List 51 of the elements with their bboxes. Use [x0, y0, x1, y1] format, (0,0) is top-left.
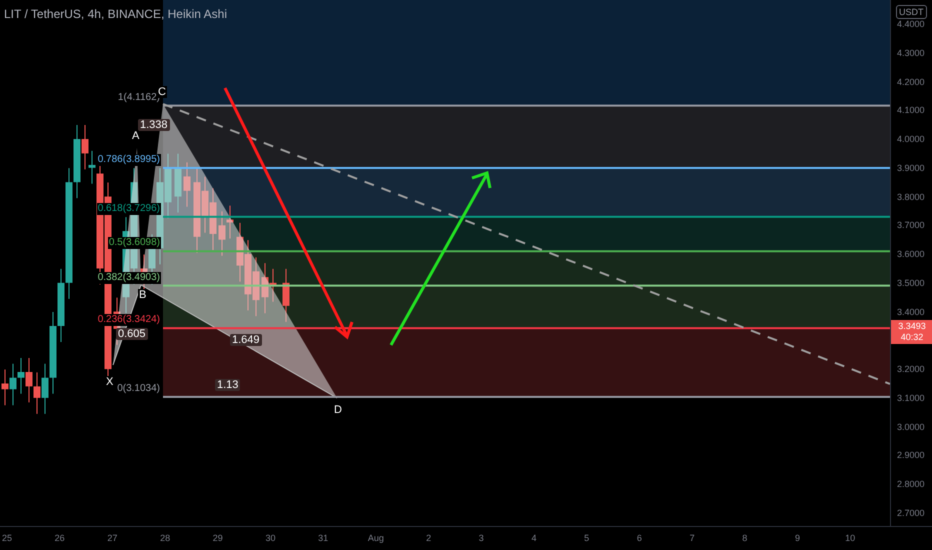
- price-tick-label: 3.2000: [897, 364, 925, 374]
- price-tick-label: 4.2000: [897, 76, 925, 87]
- time-tick-label: 31: [318, 533, 328, 543]
- candle: [184, 162, 190, 208]
- pattern-ratio-label: 1.338: [138, 119, 170, 131]
- fib-level-label: 0.786(3.8995): [96, 154, 161, 166]
- time-tick-label: 2: [426, 533, 432, 543]
- time-tick-label: 3: [478, 533, 484, 543]
- chart-title: LIT / TetherUS, 4h, BINANCE, Heikin Ashi: [4, 6, 227, 23]
- pattern-point-label: A: [131, 130, 140, 142]
- pattern-point-label: X: [105, 376, 114, 388]
- time-tick-label: 10: [845, 533, 856, 543]
- time-tick-label: 5: [584, 533, 590, 543]
- time-tick-label: 27: [107, 533, 118, 543]
- price-tick-label: 3.6000: [897, 249, 925, 260]
- price-tick-label: 4.4000: [897, 19, 925, 29]
- time-tick-label: Aug: [368, 533, 384, 543]
- time-tick-label: 25: [2, 533, 12, 543]
- fib-level-label: 0.5(3.6098): [108, 237, 161, 250]
- price-tick-label: 3.0000: [897, 422, 925, 432]
- price-tick-label: 3.9000: [897, 162, 925, 173]
- price-tick-label: 3.4000: [897, 306, 925, 317]
- price-axis[interactable]: USDT 4.4000 4.3000 4.2000 4.1000 4.0000 3.9000 3.8000 3.7000 3.6000 3.5000 3.4000 3.2000 3.1000 3.0000 2.9000 2.8000 2.7000 3.3493 40:32: [890, 0, 932, 526]
- time-tick-label: 8: [742, 533, 748, 543]
- pattern-point-label: C: [157, 86, 167, 98]
- price-tick-label: 3.8000: [897, 192, 925, 202]
- time-tick-label: 9: [795, 533, 800, 543]
- pattern-point-label: D: [333, 404, 343, 416]
- price-tick-label: 4.1000: [897, 105, 925, 116]
- currency-badge: USDT: [896, 5, 926, 19]
- candle: [174, 153, 182, 214]
- time-tick-label: 30: [266, 533, 276, 543]
- price-tick-label: 3.7000: [897, 220, 925, 230]
- time-tick-label: 4: [532, 533, 536, 543]
- price-tick-label: 2.8000: [897, 479, 925, 490]
- bar-countdown: 40:32: [900, 332, 924, 343]
- time-axis[interactable]: 25 26 27 28 29 30 31 Aug 2 3 4 5 6 7 8 9 10: [0, 526, 932, 550]
- last-price: 3.3493: [898, 321, 926, 332]
- time-tick-label: 7: [690, 533, 695, 543]
- price-tick-label: 2.9000: [897, 450, 925, 460]
- time-tick-label: 26: [54, 533, 65, 543]
- time-tick-label: 28: [160, 533, 170, 543]
- fib-level-label: 0.618(3.7296): [96, 202, 161, 215]
- fib-level-label: 0.382(3.4903): [96, 272, 161, 284]
- price-tick-label: 4.3000: [897, 48, 925, 58]
- price-tick-label: 4.0000: [897, 134, 925, 144]
- price-tick-label: 3.5000: [897, 278, 925, 288]
- time-tick-label: 6: [636, 533, 642, 543]
- price-tick-label: 2.7000: [897, 508, 925, 518]
- price-tick-label: 3.1000: [897, 392, 925, 403]
- time-tick-label: 29: [212, 533, 223, 543]
